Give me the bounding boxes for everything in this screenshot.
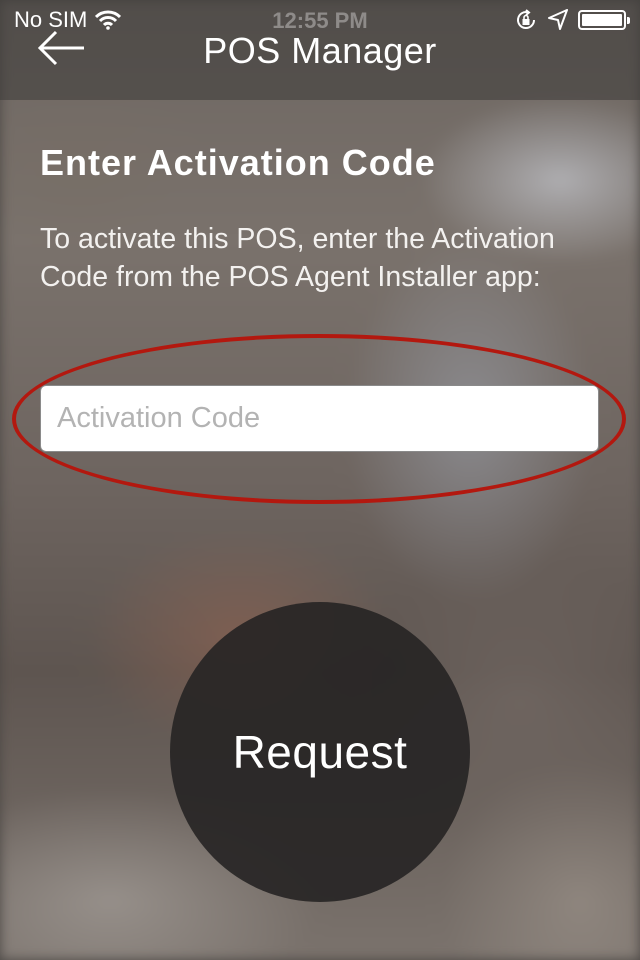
instructions-text: To activate this POS, enter the Activati… <box>40 223 555 293</box>
battery-icon <box>578 10 630 30</box>
screen: POS Manager No SIM 12:55 PM Enter Activa… <box>0 0 640 960</box>
page-heading: Enter Activation Code <box>40 142 436 183</box>
request-button[interactable]: Request <box>170 602 470 902</box>
status-bar: No SIM 12:55 PM <box>0 0 640 40</box>
activation-code-input[interactable] <box>40 385 599 452</box>
request-button-label: Request <box>232 726 408 778</box>
status-time: 12:55 PM <box>272 8 368 33</box>
battery-level <box>582 14 622 26</box>
